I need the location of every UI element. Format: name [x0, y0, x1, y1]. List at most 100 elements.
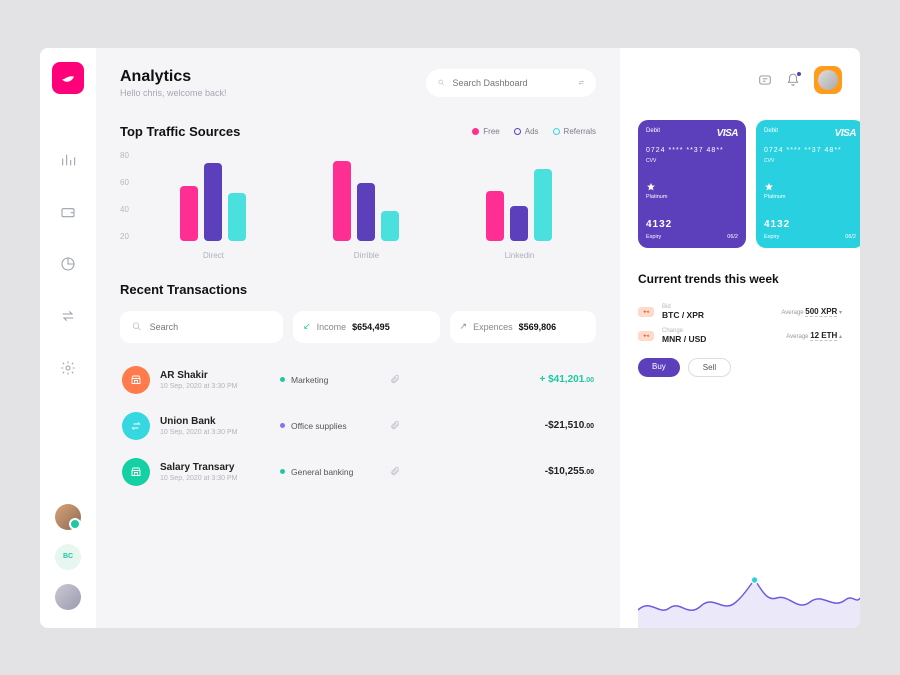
transactions-controls: ↙Income$654,495 ↗Expences$569,806: [120, 311, 596, 343]
tx-icon: [122, 458, 150, 486]
legend-item[interactable]: Ads: [514, 127, 539, 136]
pair-name: BTC / XPR: [662, 310, 781, 320]
notifications-icon[interactable]: [786, 73, 800, 87]
sidebar-users: BC: [55, 504, 81, 610]
tx-name: Salary Transary: [160, 462, 280, 473]
user-avatar-1[interactable]: [55, 504, 81, 530]
tx-amount: -$10,255.00: [545, 466, 594, 477]
tx-name: AR Shakir: [160, 370, 280, 381]
payment-card[interactable]: DebitVISA 0724 **** **37 48** CVV Platin…: [756, 120, 860, 248]
card-type: Debit: [764, 128, 778, 134]
transaction-row[interactable]: Salary Transary 10 Sep, 2020 at 3:30 PM G…: [120, 449, 596, 495]
sidebar: BC: [40, 48, 96, 628]
tx-amount: + $41,201.00: [540, 374, 595, 385]
trend-pairs: ●◂ BidBTC / XPR Average 500 XPR ▾ ●◂ Cha…: [638, 300, 860, 348]
kpi-card: ↗Expences$569,806: [450, 311, 596, 343]
bar: [180, 186, 198, 241]
traffic-title: Top Traffic Sources: [120, 124, 240, 139]
top-bar: Analytics Hello chris, welcome back!: [120, 68, 596, 98]
legend-item[interactable]: Referrals: [553, 127, 596, 136]
tx-date: 10 Sep, 2020 at 3:30 PM: [160, 475, 280, 482]
bar: [204, 163, 222, 241]
bar-group: Direct: [180, 151, 246, 260]
card-masked: 0724 **** **37 48**: [646, 147, 738, 154]
trend-sparkline: [638, 568, 860, 628]
notification-dot: [796, 71, 802, 77]
nav-wallet-icon[interactable]: [56, 200, 80, 224]
tx-icon: [122, 366, 150, 394]
page-subtitle: Hello chris, welcome back!: [120, 88, 227, 98]
bar-group: Dirrible: [333, 151, 399, 260]
nav-analytics-icon[interactable]: [56, 148, 80, 172]
star-icon: [764, 182, 774, 192]
star-icon: [646, 182, 656, 192]
pair-name: MNR / USD: [662, 334, 786, 344]
bar: [228, 193, 246, 241]
transaction-row[interactable]: Union Bank 10 Sep, 2020 at 3:30 PM Office…: [120, 403, 596, 449]
pair-flag-icon: ●◂: [638, 307, 654, 317]
filter-icon[interactable]: [578, 77, 585, 88]
pair-flag-icon: ●◂: [638, 331, 654, 341]
user-avatar-2[interactable]: [55, 584, 81, 610]
chart-bars: Direct Dirrible Linkedin: [137, 151, 596, 260]
bar: [534, 169, 552, 241]
card-masked: 0724 **** **37 48**: [764, 147, 856, 154]
main-panel: Analytics Hello chris, welcome back! Top…: [96, 48, 620, 628]
transactions-section: Recent Transactions ↙Income$654,495 ↗Expe…: [120, 282, 596, 495]
transactions-list: AR Shakir 10 Sep, 2020 at 3:30 PM Marketi…: [120, 357, 596, 495]
bar: [381, 211, 399, 241]
transactions-search[interactable]: [120, 311, 283, 343]
card-brand: VISA: [835, 128, 856, 139]
chevron-icon: ▾: [839, 310, 842, 316]
trends-title: Current trends this week: [638, 272, 860, 286]
app-logo[interactable]: [52, 62, 84, 94]
card-tier: Platinum: [646, 194, 738, 200]
card-number: 4132: [764, 219, 856, 230]
payment-card[interactable]: DebitVISA 0724 **** **37 48** CVV Platin…: [638, 120, 746, 248]
tx-search-input[interactable]: [150, 322, 271, 332]
buy-button[interactable]: Buy: [638, 358, 680, 377]
trend-actions: Buy Sell: [638, 358, 860, 377]
tx-date: 10 Sep, 2020 at 3:30 PM: [160, 429, 280, 436]
chevron-icon: ▴: [839, 334, 842, 340]
messages-icon[interactable]: [758, 73, 772, 87]
tx-date: 10 Sep, 2020 at 3:30 PM: [160, 383, 280, 390]
bar: [486, 191, 504, 241]
attachment-icon[interactable]: [390, 371, 400, 389]
tx-name: Union Bank: [160, 416, 280, 427]
transactions-title: Recent Transactions: [120, 282, 596, 297]
chart-legend: Free Ads Referrals: [472, 127, 596, 136]
user-badge-bc[interactable]: BC: [55, 544, 81, 570]
legend-item[interactable]: Free: [472, 127, 499, 136]
card-brand: VISA: [717, 128, 738, 139]
transaction-row[interactable]: AR Shakir 10 Sep, 2020 at 3:30 PM Marketi…: [120, 357, 596, 403]
card-tier: Platinum: [764, 194, 856, 200]
attachment-icon[interactable]: [390, 463, 400, 481]
search-icon: [132, 321, 142, 332]
card-type: Debit: [646, 128, 660, 134]
nav-reports-icon[interactable]: [56, 252, 80, 276]
bar: [510, 206, 528, 241]
dashboard-search[interactable]: [426, 69, 596, 97]
profile-avatar[interactable]: [814, 66, 842, 94]
tx-category: Office supplies: [280, 421, 390, 431]
nav-settings-icon[interactable]: [56, 356, 80, 380]
trend-pair-row[interactable]: ●◂ BidBTC / XPR Average 500 XPR ▾: [638, 300, 860, 324]
kpi-card: ↙Income$654,495: [293, 311, 439, 343]
attachment-icon[interactable]: [390, 417, 400, 435]
right-topbar: [638, 66, 860, 94]
search-input[interactable]: [453, 78, 570, 88]
sell-button[interactable]: Sell: [688, 358, 731, 377]
bar-group: Linkedin: [486, 151, 552, 260]
tx-category: Marketing: [280, 375, 390, 385]
cards-carousel[interactable]: DebitVISA 0724 **** **37 48** CVV Platin…: [638, 120, 860, 248]
right-panel: DebitVISA 0724 **** **37 48** CVV Platin…: [620, 48, 860, 628]
chart-y-axis: 80604020: [120, 151, 129, 241]
trend-pair-row[interactable]: ●◂ ChangeMNR / USD Average 12 ETH ▴: [638, 324, 860, 348]
tx-amount: -$21,510.00: [545, 420, 594, 431]
tx-category: General banking: [280, 467, 390, 477]
tx-icon: [122, 412, 150, 440]
search-icon: [438, 77, 445, 88]
traffic-chart: 80604020 Direct Dirrible Linkedin: [120, 151, 596, 260]
nav-transfer-icon[interactable]: [56, 304, 80, 328]
